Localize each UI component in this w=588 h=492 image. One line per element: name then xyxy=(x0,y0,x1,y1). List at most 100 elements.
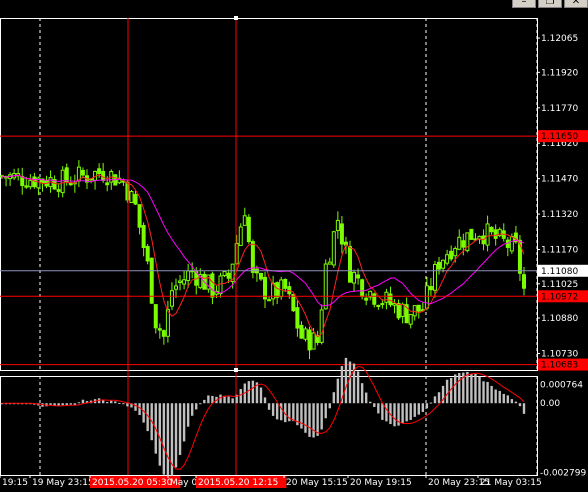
candle xyxy=(275,281,280,305)
time-axis-label: 20 May 15:15 xyxy=(283,475,348,488)
line-anchor-handle xyxy=(234,368,238,372)
candle xyxy=(263,271,268,309)
candle-body xyxy=(509,236,514,252)
histogram-bar xyxy=(182,403,186,442)
price-axis-label: 1.11920 xyxy=(541,68,578,78)
candle-body xyxy=(396,303,401,319)
candle xyxy=(12,168,17,181)
histogram-bar xyxy=(344,357,348,404)
minimize-button[interactable]: – xyxy=(512,0,536,8)
chart-canvas[interactable]: 1.120651.119201.117701.116201.114701.113… xyxy=(0,0,588,492)
candle-body xyxy=(331,231,336,266)
candle-body xyxy=(97,168,102,175)
candle-body xyxy=(182,279,187,285)
candle xyxy=(165,300,170,343)
candle-body xyxy=(522,274,526,289)
candle xyxy=(372,292,377,308)
histogram-bar xyxy=(494,389,497,404)
candle-body xyxy=(380,303,385,306)
candle xyxy=(303,326,308,342)
histogram-bar xyxy=(510,399,514,404)
histogram-bar xyxy=(498,390,501,404)
candle-body xyxy=(364,297,369,301)
candle-body xyxy=(453,248,458,257)
histogram-bar xyxy=(219,394,222,404)
chart-window[interactable]: 1.12065 1.11920 1.11770 1.11620 1.11470 1.113… xyxy=(0,0,588,492)
macd-signal-line xyxy=(2,365,525,470)
candle xyxy=(218,272,223,298)
candle-body xyxy=(311,332,316,350)
time-label-text: 21 May 03:15 xyxy=(480,478,542,488)
candle-body xyxy=(299,324,304,339)
candle-body xyxy=(20,176,25,187)
candle-body xyxy=(246,216,251,243)
candle-body xyxy=(161,330,166,337)
candle xyxy=(141,222,146,257)
histogram-bar xyxy=(267,403,271,410)
restore-button[interactable]: ❐ xyxy=(538,0,562,8)
candle-body xyxy=(400,303,405,317)
candle xyxy=(315,330,320,346)
candle-body xyxy=(428,286,433,291)
histogram-bar xyxy=(373,403,376,407)
close-button[interactable]: ✕ xyxy=(564,0,588,8)
histogram-bar xyxy=(158,403,162,466)
candle xyxy=(60,166,65,198)
histogram-bar xyxy=(506,395,510,404)
histogram-bar xyxy=(360,383,364,404)
time-axis-label: 19:15 xyxy=(0,475,28,488)
candle xyxy=(137,204,142,235)
histogram-bar xyxy=(466,371,469,404)
histogram-bar xyxy=(336,378,340,404)
candle-body xyxy=(133,193,138,205)
candle-body xyxy=(469,228,474,240)
histogram-bar xyxy=(486,381,489,404)
line-anchor-handle xyxy=(234,16,238,20)
time-label-text: 19:15 xyxy=(2,478,28,488)
candle xyxy=(145,243,150,265)
histogram-bar xyxy=(518,403,522,407)
candle xyxy=(428,278,433,297)
histogram-bar xyxy=(364,392,368,404)
candle-body xyxy=(291,294,296,312)
histogram-bar xyxy=(401,403,404,424)
candle xyxy=(174,278,178,298)
candle-body xyxy=(295,307,300,329)
candle xyxy=(153,304,158,334)
candle-body xyxy=(238,226,243,246)
candle xyxy=(505,237,510,257)
candle xyxy=(56,183,61,198)
candle-body xyxy=(153,304,158,329)
candle xyxy=(242,207,247,226)
histogram-bar xyxy=(332,392,336,404)
candle-body xyxy=(424,285,429,309)
histogram-bar xyxy=(239,389,242,404)
histogram-bar xyxy=(421,403,425,412)
histogram-bar xyxy=(417,403,420,415)
candle-body xyxy=(348,246,352,283)
histogram-bar xyxy=(166,403,170,478)
candle xyxy=(392,299,397,314)
candle-body xyxy=(263,276,268,300)
candle xyxy=(469,228,474,240)
candle-body xyxy=(157,328,162,331)
candle-body xyxy=(307,329,312,351)
candle xyxy=(408,314,413,329)
candle-body xyxy=(64,167,69,183)
histogram-bar xyxy=(393,403,396,427)
histogram-bar xyxy=(482,381,485,404)
histogram-bar xyxy=(304,403,307,433)
candle xyxy=(485,215,490,252)
histogram-bar xyxy=(49,403,52,406)
histogram-bar xyxy=(308,403,311,437)
candle-body xyxy=(174,285,178,290)
candle-body xyxy=(210,273,215,298)
histogram-bar xyxy=(114,401,117,404)
candle-body xyxy=(165,308,170,337)
histogram-bar xyxy=(324,403,327,419)
candle-body xyxy=(303,328,308,340)
level-price-tag: 1.10683 xyxy=(538,358,588,371)
candle-body xyxy=(384,291,389,303)
candle xyxy=(267,296,272,302)
candle xyxy=(412,305,417,321)
